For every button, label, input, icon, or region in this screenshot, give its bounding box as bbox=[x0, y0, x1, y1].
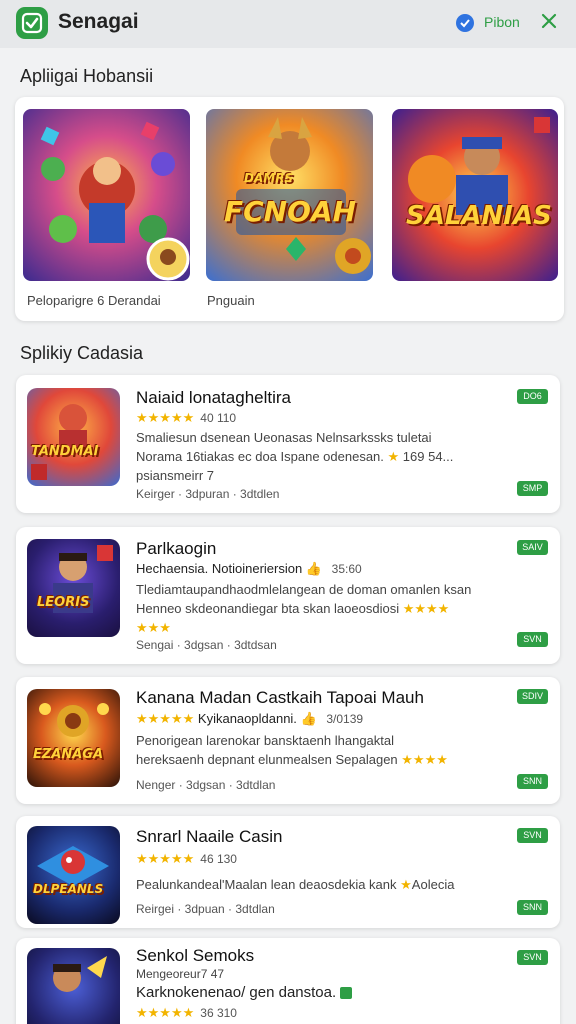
app-title: Naiaid lonatagheltira bbox=[136, 388, 291, 407]
app-meta: Nenger · 3dgsan · 3dtdlan bbox=[136, 778, 276, 792]
featured-item-1-caption: Peloparigre 6 Derandai bbox=[27, 293, 161, 308]
app-thumbnail bbox=[27, 948, 120, 1024]
app-logo-icon[interactable] bbox=[16, 7, 48, 39]
check-icon bbox=[340, 987, 353, 1000]
star-rating-icon: ★★★★★ bbox=[136, 711, 195, 726]
app-meta: Keirger · 3dpuran · 3dtdlen bbox=[136, 487, 280, 501]
featured-section-title: Apliigai Hobansii bbox=[20, 66, 154, 86]
app-list-item[interactable]: EZANAGA Kanana Madan Castkaih Tapoai Mau… bbox=[16, 677, 560, 804]
app-badge-top: SVN bbox=[517, 950, 548, 965]
app-title: Parlkaogin bbox=[136, 539, 217, 558]
app-title: Senagai bbox=[58, 10, 139, 33]
app-badge-top: SAIV bbox=[517, 540, 548, 555]
top-action-link[interactable]: Pibon bbox=[484, 14, 520, 30]
star-rating-icon: ★★★★★ bbox=[136, 1005, 195, 1020]
star-rating-icon: ★★★★★ bbox=[136, 851, 195, 866]
app-description: Karknokenenao/ gen danstoa. bbox=[136, 984, 353, 1001]
app-meta: Sengai · 3dgsan · 3dtdsan bbox=[136, 638, 277, 652]
app-rating: ★★★★★ 40 110 bbox=[136, 410, 237, 425]
thumbnail-logo-text: TANDMAI bbox=[31, 444, 99, 459]
featured-item-2-image[interactable]: DAMRS FCNOAH bbox=[206, 109, 373, 281]
featured-item-1-image[interactable] bbox=[23, 109, 190, 281]
thumbnail-logo-text: EZANAGA bbox=[33, 747, 104, 762]
app-description: Pealunkandeal'Maalan lean deaosdekia kan… bbox=[136, 877, 455, 892]
app-badge-top: SDIV bbox=[517, 689, 548, 704]
close-icon[interactable] bbox=[538, 10, 560, 32]
app-subtitle: Hechaensia. Notioineriersion 👍 35:60 bbox=[136, 561, 362, 576]
featured-item-2-logo-top: DAMRS bbox=[244, 171, 294, 185]
featured-item-2-caption: Pnguain bbox=[207, 293, 255, 308]
app-badge-top: DO6 bbox=[517, 389, 548, 404]
app-description: Tlediamtaupandhaodmlelangean de doman om… bbox=[136, 582, 472, 635]
app-meta: Reirgei · 3dpuan · 3dtdlan bbox=[136, 902, 275, 916]
app-list-item[interactable]: LEORIS Parlkaogin Hechaensia. Notioineri… bbox=[16, 527, 560, 664]
app-list-item[interactable]: DLPEANLS Snrarl Naaile Casin ★★★★★ 46 130… bbox=[16, 816, 560, 928]
app-rating: ★★★★★ 46 130 bbox=[136, 851, 237, 866]
app-badge-bottom[interactable]: SVN bbox=[517, 632, 548, 647]
app-thumbnail: DLPEANLS bbox=[27, 826, 120, 924]
list-section-title: Splikiy Cadasia bbox=[20, 343, 144, 363]
thumbnail-logo-text: DLPEANLS bbox=[33, 882, 104, 896]
app-list-item[interactable]: Senkol Semoks Mengeoreur7 47 Karknokenen… bbox=[16, 938, 560, 1024]
app-badge-bottom[interactable]: SNN bbox=[517, 900, 548, 915]
featured-carousel: Peloparigre 6 Derandai DAMRS FCNOAH Pngu… bbox=[15, 97, 564, 321]
app-subtitle: ★★★★★ Kyikanaopldanni. 👍 3/0139 bbox=[136, 711, 364, 726]
featured-item-3-logo: SALANIAS bbox=[406, 201, 552, 231]
app-thumbnail: TANDMAI bbox=[27, 388, 120, 486]
thumbnail-logo-text: LEORIS bbox=[37, 595, 90, 610]
app-description: Smaliesun dsenean Ueonasas Nelnsarkssks … bbox=[136, 430, 454, 483]
top-bar: Senagai Pibon bbox=[0, 0, 576, 48]
app-title: Senkol Semoks bbox=[136, 946, 255, 965]
app-badge-top: SVN bbox=[517, 828, 548, 843]
app-description: Penorigean larenokar bansktaenh lhangakt… bbox=[136, 733, 448, 767]
app-thumbnail: LEORIS bbox=[27, 539, 120, 637]
featured-item-2-logo: FCNOAH bbox=[224, 195, 357, 228]
app-title: Kanana Madan Castkaih Tapoai Mauh bbox=[136, 688, 424, 707]
app-rating: ★★★★★ 36 310 bbox=[136, 1005, 237, 1020]
app-list-item[interactable]: TANDMAI Naiaid lonatagheltira ★★★★★ 40 11… bbox=[16, 375, 560, 513]
app-subtitle: Mengeoreur7 47 bbox=[136, 967, 225, 981]
app-badge-bottom[interactable]: SNN bbox=[517, 774, 548, 789]
app-badge-bottom[interactable]: SMP bbox=[517, 481, 548, 496]
app-title: Snrarl Naaile Casin bbox=[136, 827, 283, 846]
featured-item-3-image[interactable]: SALANIAS bbox=[392, 109, 558, 281]
thumbs-up-icon: 👍 bbox=[305, 561, 323, 576]
thumbs-up-icon: 👍 bbox=[300, 711, 317, 726]
star-rating-icon: ★★★★★ bbox=[136, 410, 195, 425]
app-thumbnail: EZANAGA bbox=[27, 689, 120, 787]
verified-icon bbox=[456, 14, 474, 32]
